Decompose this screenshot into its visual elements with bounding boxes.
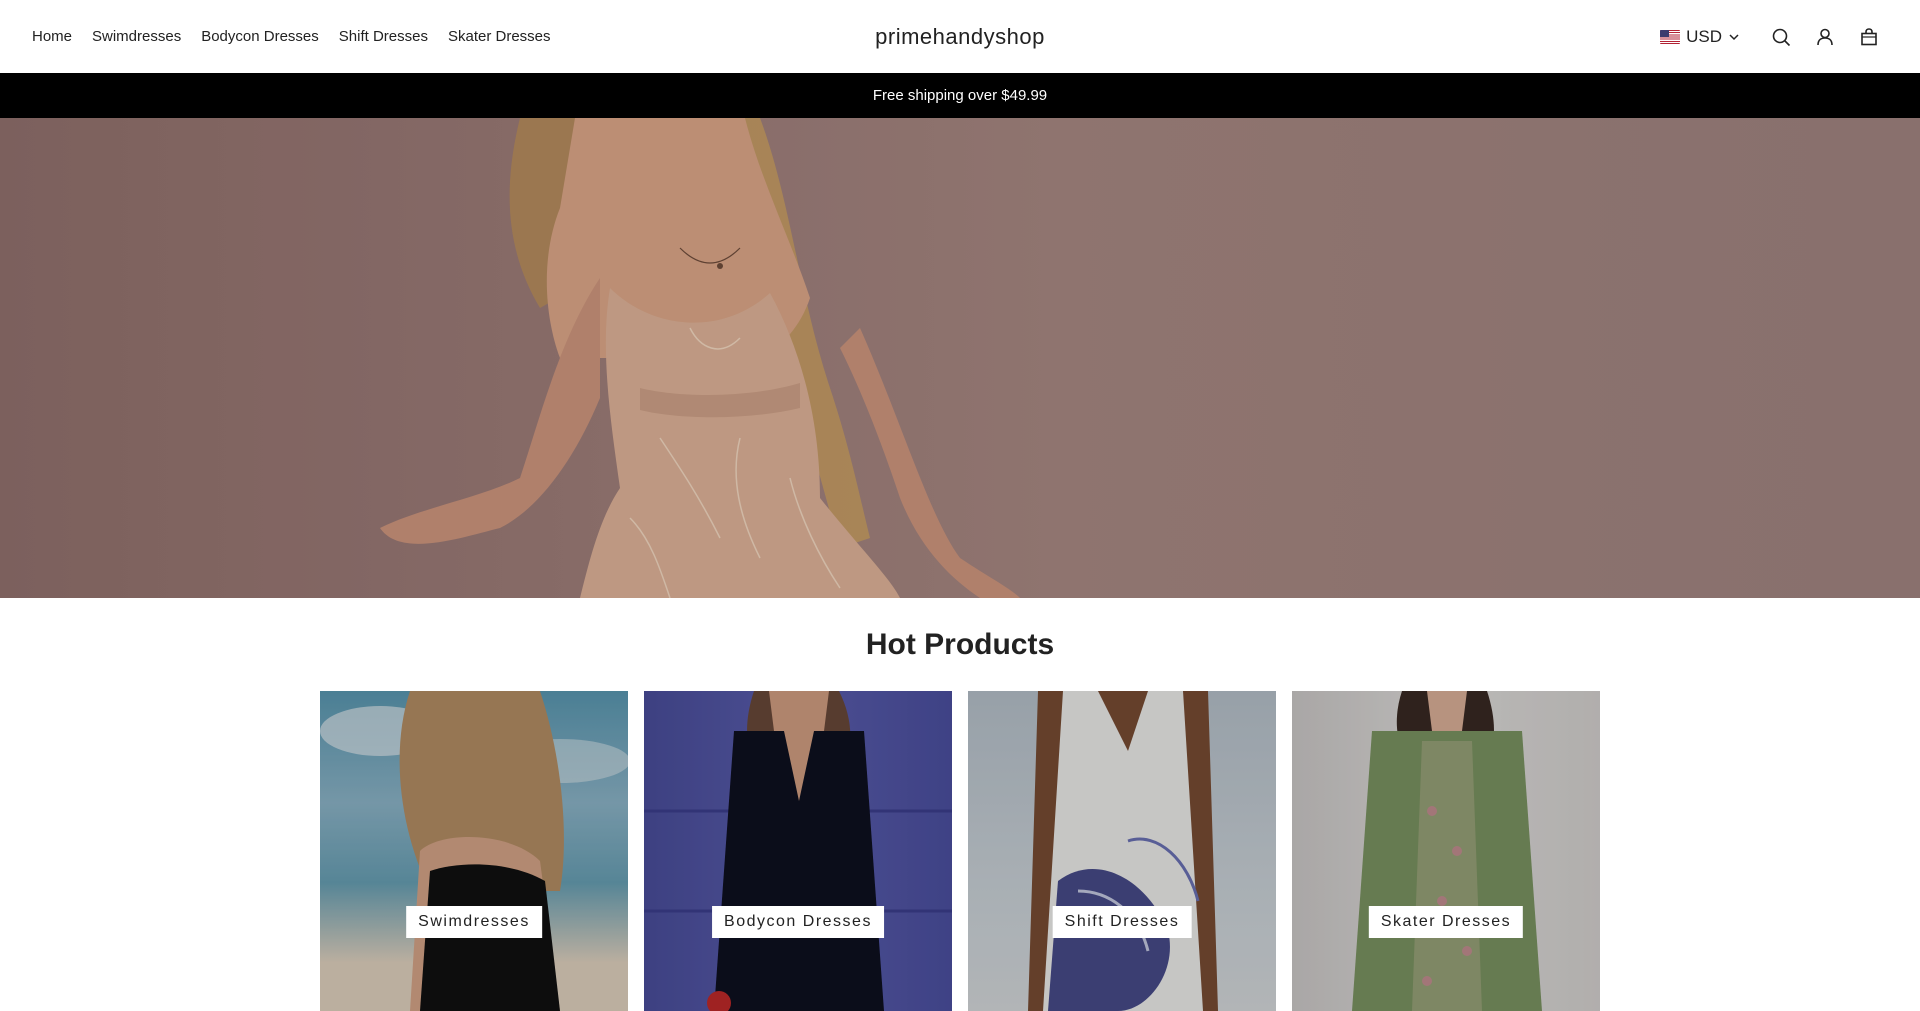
- hero-banner[interactable]: [0, 118, 1920, 598]
- card-overlay: [644, 691, 952, 1011]
- nav-swimdresses[interactable]: Swimdresses: [92, 28, 181, 45]
- card-overlay: [968, 691, 1276, 1011]
- category-label[interactable]: Swimdresses: [406, 906, 542, 938]
- header-utilities: USD: [1660, 0, 1880, 73]
- category-card-skater-dresses[interactable]: Skater Dresses: [1292, 691, 1600, 1011]
- category-card-swimdresses[interactable]: Swimdresses: [320, 691, 628, 1011]
- site-logo[interactable]: primehandyshop: [875, 24, 1045, 50]
- nav-home[interactable]: Home: [32, 28, 72, 45]
- hero-overlay: [0, 118, 1920, 598]
- flag-us-icon: [1660, 29, 1681, 44]
- main-nav: Home Swimdresses Bodycon Dresses Shift D…: [32, 0, 551, 73]
- cart-icon[interactable]: [1858, 26, 1880, 48]
- account-icon[interactable]: [1814, 26, 1836, 48]
- announcement-bar: Free shipping over $49.99: [0, 73, 1920, 118]
- announcement-text: Free shipping over $49.99: [872, 87, 1048, 104]
- search-icon[interactable]: [1770, 26, 1792, 48]
- section-title: Hot Products: [865, 628, 1055, 661]
- currency-selector[interactable]: USD: [1660, 27, 1740, 47]
- nav-skater-dresses[interactable]: Skater Dresses: [448, 28, 551, 45]
- site-header: Home Swimdresses Bodycon Dresses Shift D…: [0, 0, 1920, 73]
- card-overlay: [320, 691, 628, 1011]
- nav-shift-dresses[interactable]: Shift Dresses: [339, 28, 428, 45]
- nav-bodycon-dresses[interactable]: Bodycon Dresses: [201, 28, 319, 45]
- category-label[interactable]: Shift Dresses: [1052, 906, 1192, 938]
- category-grid: Swimdresses Bodycon Dresses Shift Dresse…: [320, 691, 1600, 1011]
- currency-label: USD: [1686, 26, 1722, 46]
- category-card-shift-dresses[interactable]: Shift Dresses: [968, 691, 1276, 1011]
- category-card-bodycon-dresses[interactable]: Bodycon Dresses: [644, 691, 952, 1011]
- chevron-down-icon: [1729, 33, 1739, 40]
- category-label[interactable]: Skater Dresses: [1368, 906, 1524, 938]
- category-label[interactable]: Bodycon Dresses: [712, 906, 884, 938]
- card-overlay: [1292, 691, 1600, 1011]
